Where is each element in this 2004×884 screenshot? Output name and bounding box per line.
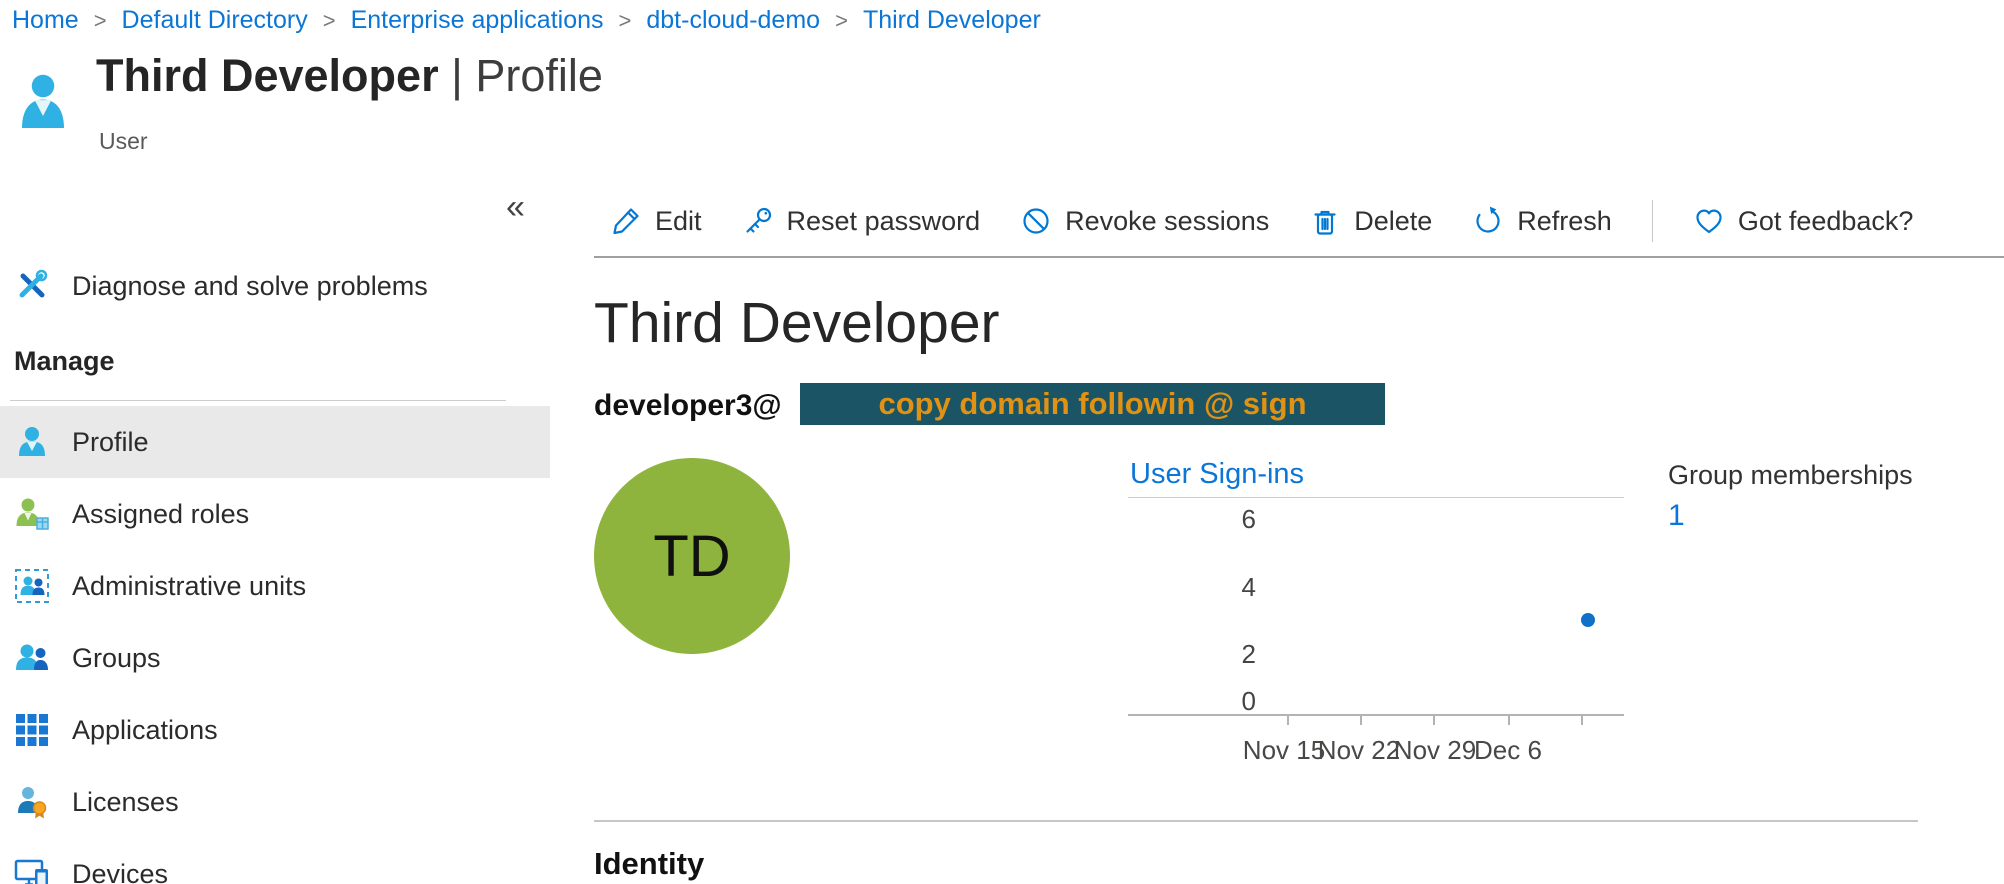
trash-icon [1309,205,1341,237]
breadcrumb: Home > Default Directory > Enterprise ap… [12,6,1041,35]
redaction-annotation-label: copy domain followin @ sign [878,386,1306,422]
identity-section-title: Identity [594,846,704,882]
x-axis-line [1128,714,1624,716]
azure-user-profile-page: Home > Default Directory > Enterprise ap… [0,0,2004,884]
refresh-icon [1472,205,1504,237]
sidebar-item-assigned-roles[interactable]: Assigned roles [0,478,550,550]
user-signins-link[interactable]: User Sign-ins [1130,458,1304,491]
chart-title-rule [1128,497,1624,498]
user-display-name: Third Developer [594,290,1000,356]
sidebar-item-label: Administrative units [72,571,306,602]
edit-button-label: Edit [655,206,702,237]
signin-data-point [1581,613,1595,627]
reset-password-button[interactable]: Reset password [742,205,981,237]
revoke-sessions-button[interactable]: Revoke sessions [1020,205,1269,237]
breadcrumb-dbt-cloud-demo[interactable]: dbt-cloud-demo [646,6,820,35]
avatar-initials: TD [653,523,730,590]
group-memberships-count-link[interactable]: 1 [1668,499,1685,533]
y-tick-label: 0 [1218,686,1256,717]
sidebar-item-profile[interactable]: Profile [0,406,550,478]
x-axis-tick [1433,716,1435,725]
redaction-annotation: copy domain followin @ sign [800,383,1385,425]
reset-password-button-label: Reset password [787,206,981,237]
y-tick-label: 4 [1218,572,1256,603]
sidebar-item-licenses[interactable]: Licenses [0,766,550,838]
licenses-icon [14,784,50,820]
blocked-icon [1020,205,1052,237]
heart-icon [1693,205,1725,237]
got-feedback-button[interactable]: Got feedback? [1693,205,1914,237]
sidebar-item-label: Devices [72,859,168,884]
tools-icon [14,268,50,304]
sidebar-item-label: Groups [72,643,161,674]
breadcrumb-home[interactable]: Home [12,6,79,35]
revoke-sessions-button-label: Revoke sessions [1065,206,1269,237]
delete-button[interactable]: Delete [1309,205,1432,237]
refresh-button[interactable]: Refresh [1472,205,1612,237]
section-rule [594,820,1918,822]
page-title: Third Developer | Profile [96,50,603,102]
sidebar-item-label: Licenses [72,787,179,818]
x-axis-tick [1360,716,1362,725]
page-subtitle: User [99,128,148,155]
applications-grid-icon [14,712,50,748]
sidebar-item-devices[interactable]: Devices [0,838,550,884]
edit-button[interactable]: Edit [610,205,702,237]
sidebar-item-label: Profile [72,427,149,458]
sidebar-item-label: Assigned roles [72,499,249,530]
groups-icon [14,640,50,676]
sidebar-rule [10,400,506,401]
assigned-roles-icon [14,496,50,532]
breadcrumb-separator: > [94,8,107,34]
user-avatar[interactable]: TD [594,458,790,654]
page-title-divider: | [451,50,463,101]
sidebar-collapse-button[interactable]: « [506,188,525,227]
upn-prefix: developer3@ [594,388,782,424]
x-axis-tick [1581,716,1583,725]
breadcrumb-default-directory[interactable]: Default Directory [122,6,308,35]
delete-button-label: Delete [1354,206,1432,237]
breadcrumb-separator: > [619,8,632,34]
sidebar-item-label: Diagnose and solve problems [72,271,428,302]
breadcrumb-separator: > [835,8,848,34]
sidebar-section-manage: Manage [14,346,115,377]
group-memberships-label: Group memberships [1668,460,1913,491]
sidebar-item-applications[interactable]: Applications [0,694,550,766]
refresh-button-label: Refresh [1517,206,1612,237]
breadcrumb-enterprise-applications[interactable]: Enterprise applications [351,6,604,35]
command-bar: Edit Reset password Revoke sessions [610,198,1913,244]
x-axis-tick [1287,716,1289,725]
toolbar-rule [594,256,2004,258]
toolbar-divider [1652,200,1653,242]
x-tick-label: Dec 6 [1453,735,1563,766]
sidebar-item-diagnose[interactable]: Diagnose and solve problems [0,250,550,322]
page-title-name: Third Developer [96,50,439,101]
pencil-icon [610,205,642,237]
user-avatar-icon [16,70,70,132]
breadcrumb-separator: > [323,8,336,34]
page-title-section: Profile [475,50,603,101]
breadcrumb-third-developer[interactable]: Third Developer [863,6,1041,35]
y-tick-label: 2 [1218,639,1256,670]
administrative-units-icon [14,568,50,604]
user-signins-chart: User Sign-ins 6 4 2 0 Nov 15 Nov 22 Nov … [1128,458,1628,788]
person-icon [14,424,50,460]
sidebar-item-administrative-units[interactable]: Administrative units [0,550,550,622]
y-tick-label: 6 [1218,504,1256,535]
sidebar-item-label: Applications [72,715,218,746]
devices-icon [14,856,50,884]
x-axis-tick [1508,716,1510,725]
got-feedback-button-label: Got feedback? [1738,206,1914,237]
key-icon [742,205,774,237]
sidebar-item-groups[interactable]: Groups [0,622,550,694]
